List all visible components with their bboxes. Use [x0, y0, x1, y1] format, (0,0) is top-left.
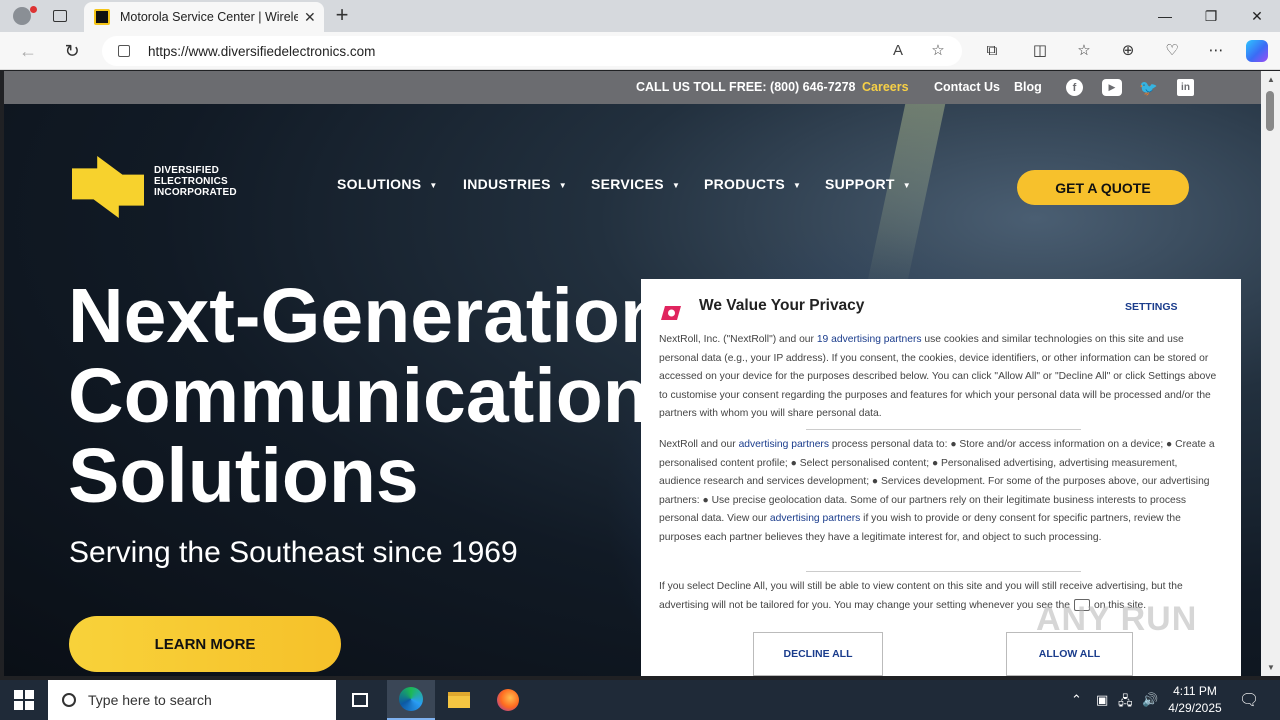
task-view-icon[interactable] — [336, 680, 384, 720]
nextroll-logo-icon — [661, 306, 681, 320]
site-favicon-icon — [94, 9, 110, 25]
hero-headline: Next-Generation Communication Solutions — [68, 273, 668, 519]
nav-products[interactable]: PRODUCTS ▼ — [704, 176, 801, 192]
decline-all-button[interactable]: DECLINE ALL — [753, 632, 883, 676]
collections-icon[interactable]: ⊕ — [1116, 40, 1140, 62]
back-arrow-icon[interactable]: ← — [14, 38, 42, 64]
browser-tab-strip: Motorola Service Center | Wireless ✕ + —… — [0, 0, 1280, 32]
url-text: https://www.diversifiedelectronics.com — [148, 43, 376, 59]
toll-free-phone[interactable]: CALL US TOLL FREE: (800) 646-7278 — [636, 80, 856, 94]
minimize-button[interactable]: — — [1142, 0, 1188, 32]
logo-wordmark: DIVERSIFIED ELECTRONICS INCORPORATED — [154, 165, 237, 198]
hero-subheadline: Serving the Southeast since 1969 — [69, 536, 518, 569]
chevron-down-icon: ▼ — [558, 180, 568, 190]
divider — [806, 571, 1081, 572]
browser-essentials-icon[interactable]: ♡ — [1160, 40, 1184, 62]
youtube-icon[interactable]: ▶ — [1102, 79, 1122, 96]
tabs-icon — [53, 10, 67, 22]
chevron-down-icon: ▼ — [429, 180, 438, 190]
edge-taskbar-icon[interactable] — [387, 680, 435, 720]
careers-link[interactable]: Careers — [862, 80, 909, 94]
nav-industries[interactable]: INDUSTRIES ▼ — [463, 176, 567, 192]
nav-services[interactable]: SERVICES ▼ — [591, 176, 680, 192]
address-bar[interactable]: https://www.diversifiedelectronics.com A… — [102, 36, 962, 66]
volume-icon[interactable]: 🔊 — [1142, 692, 1158, 708]
scrollbar-thumb[interactable] — [1266, 91, 1274, 131]
search-placeholder: Type here to search — [88, 692, 212, 708]
settings-button[interactable]: SETTINGS — [1125, 301, 1178, 313]
nav-solutions[interactable]: SOLUTIONS ▼ — [337, 176, 438, 192]
get-a-quote-button[interactable]: GET A QUOTE — [1017, 170, 1189, 205]
refresh-icon[interactable]: ↻ — [58, 38, 86, 64]
lock-icon — [118, 45, 130, 57]
close-window-button[interactable]: ✕ — [1234, 0, 1280, 32]
restore-button[interactable]: ❐ — [1188, 0, 1234, 32]
learn-more-button[interactable]: LEARN MORE — [69, 616, 341, 672]
privacy-paragraph-1: NextRoll, Inc. ("NextRoll") and our 19 a… — [659, 334, 1217, 419]
file-explorer-icon[interactable] — [435, 680, 483, 720]
linkedin-icon[interactable]: in — [1177, 79, 1194, 96]
network-icon[interactable]: 🖧 — [1118, 692, 1133, 714]
advertising-partners-link-2[interactable]: advertising partners — [770, 513, 860, 524]
tab-title: Motorola Service Center | Wireless — [120, 10, 298, 24]
device-icon[interactable]: ▣ — [1096, 692, 1108, 708]
more-menu-icon[interactable]: ⋯ — [1204, 40, 1228, 62]
show-hidden-icons-chevron-icon[interactable]: ⌃ — [1071, 692, 1082, 708]
chevron-down-icon: ▼ — [792, 180, 802, 190]
privacy-title: We Value Your Privacy — [699, 297, 865, 314]
chevron-down-icon: ▼ — [671, 180, 681, 190]
anyrun-watermark: ANY RUN — [1036, 600, 1198, 638]
nav-support[interactable]: SUPPORT ▼ — [825, 176, 911, 192]
search-icon — [62, 693, 76, 707]
start-windows-icon[interactable] — [14, 690, 34, 710]
tab-actions-button[interactable] — [48, 6, 72, 26]
notifications-icon[interactable]: 🗨 — [1239, 690, 1259, 710]
contact-us-link[interactable]: Contact Us — [934, 80, 1000, 94]
windows-taskbar: Type here to search ⌃ ▣ 🖧 🔊 4:11 PM 4/29… — [0, 680, 1280, 720]
address-toolbar: ← ↻ https://www.diversifiedelectronics.c… — [0, 32, 1280, 70]
new-tab-button[interactable]: + — [330, 4, 354, 28]
site-logo[interactable]: DIVERSIFIED ELECTRONICS INCORPORATED — [72, 156, 237, 218]
browser-tab[interactable]: Motorola Service Center | Wireless ✕ — [84, 2, 324, 32]
hero-section: DIVERSIFIED ELECTRONICS INCORPORATED SOL… — [4, 104, 1261, 676]
twitter-icon[interactable]: 🐦 — [1139, 79, 1158, 97]
split-screen-icon[interactable]: ◫ — [1028, 40, 1052, 62]
favorites-icon[interactable]: ☆ — [1072, 40, 1096, 62]
favorite-star-icon[interactable]: ☆ — [928, 41, 948, 61]
advertising-partners-link[interactable]: advertising partners — [739, 439, 829, 450]
tab-close-icon[interactable]: ✕ — [304, 9, 316, 26]
firefox-icon[interactable] — [484, 680, 532, 720]
page-viewport: CALL US TOLL FREE: (800) 646-7278 Career… — [4, 71, 1261, 676]
read-aloud-icon[interactable]: A — [888, 41, 908, 61]
facebook-icon[interactable]: f — [1066, 79, 1083, 96]
advertising-partners-count-link[interactable]: 19 advertising partners — [817, 334, 922, 345]
page-scrollbar[interactable]: ▲ ▼ — [1261, 71, 1280, 676]
utility-bar: CALL US TOLL FREE: (800) 646-7278 Career… — [4, 71, 1261, 104]
extensions-icon[interactable]: ⧉ — [980, 40, 1004, 62]
logo-mark-icon — [72, 156, 144, 218]
taskbar-search-box[interactable]: Type here to search — [48, 680, 336, 720]
divider — [806, 429, 1081, 430]
system-clock[interactable]: 4:11 PM 4/29/2025 — [1165, 683, 1225, 717]
scroll-down-icon[interactable]: ▼ — [1267, 663, 1275, 672]
chevron-down-icon: ▼ — [902, 180, 911, 190]
profile-icon — [13, 7, 31, 25]
copilot-icon[interactable] — [1246, 40, 1268, 62]
scroll-up-icon[interactable]: ▲ — [1267, 75, 1275, 84]
notification-dot — [30, 6, 37, 13]
blog-link[interactable]: Blog — [1014, 80, 1042, 94]
privacy-paragraph-2: NextRoll and our advertising partners pr… — [659, 439, 1215, 543]
profile-button[interactable] — [8, 4, 37, 28]
